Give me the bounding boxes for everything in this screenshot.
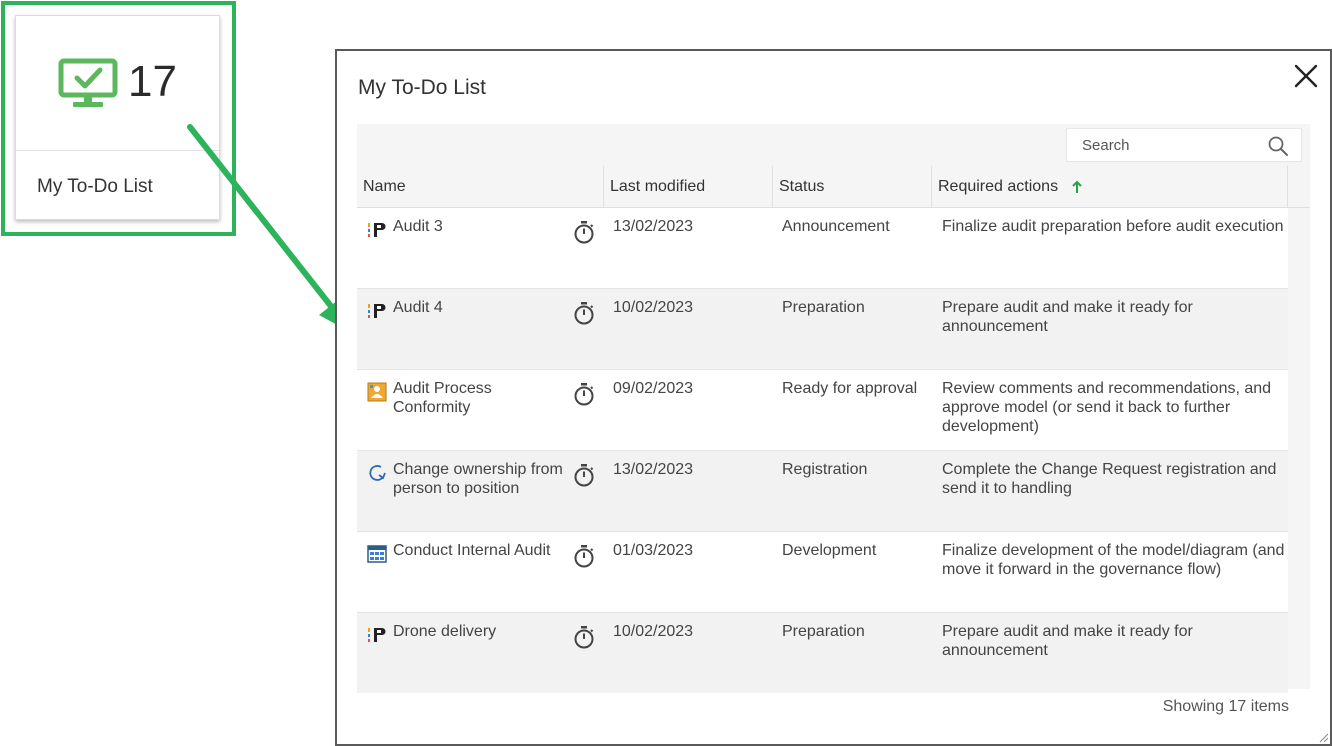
required-actions: Prepare audit and make it ready for anno… bbox=[942, 623, 1193, 659]
dialog-title: My To-Do List bbox=[358, 76, 486, 99]
required-actions: Review comments and recommendations, and… bbox=[942, 380, 1272, 435]
item-name[interactable]: Drone delivery bbox=[393, 622, 573, 641]
status: Development bbox=[782, 542, 877, 559]
column-header-last-modified[interactable]: Last modified bbox=[604, 166, 772, 208]
last-modified: 09/02/2023 bbox=[613, 380, 694, 397]
required-actions: Finalize audit preparation before audit … bbox=[942, 218, 1284, 235]
diagram-icon bbox=[367, 545, 387, 563]
status: Announcement bbox=[782, 218, 890, 235]
todo-dialog: My To-Do List Name Last modified Status … bbox=[335, 49, 1332, 746]
last-modified: 13/02/2023 bbox=[613, 461, 694, 478]
table-row[interactable]: Change ownership from person to position… bbox=[357, 451, 1288, 531]
column-header-name[interactable]: Name bbox=[357, 166, 603, 208]
stopwatch-icon[interactable] bbox=[573, 220, 595, 244]
search-box bbox=[1066, 128, 1302, 162]
widget-divider bbox=[16, 150, 219, 151]
status: Preparation bbox=[782, 623, 865, 640]
status: Registration bbox=[782, 461, 868, 478]
item-name[interactable]: Audit 4 bbox=[393, 298, 573, 317]
monitor-check-icon bbox=[58, 58, 118, 107]
item-name[interactable]: Audit Process Conformity bbox=[393, 379, 573, 417]
item-name[interactable]: Change ownership from person to position bbox=[393, 460, 573, 498]
resize-grip-icon[interactable] bbox=[1317, 731, 1329, 743]
table-header: Name Last modified Status Required actio… bbox=[357, 166, 1310, 208]
table-row[interactable]: Audit 4 10/02/2023 Preparation Prepare a… bbox=[357, 289, 1288, 369]
column-header-required-actions[interactable]: Required actions bbox=[932, 166, 1062, 208]
todo-count: 17 bbox=[128, 57, 177, 106]
last-modified: 13/02/2023 bbox=[613, 218, 694, 235]
stopwatch-icon[interactable] bbox=[573, 463, 595, 487]
status: Preparation bbox=[782, 299, 865, 316]
audit-icon bbox=[368, 628, 386, 642]
column-header-status[interactable]: Status bbox=[773, 166, 931, 208]
stopwatch-icon[interactable] bbox=[573, 544, 595, 568]
required-actions: Prepare audit and make it ready for anno… bbox=[942, 299, 1193, 335]
stopwatch-icon[interactable] bbox=[573, 382, 595, 406]
last-modified: 10/02/2023 bbox=[613, 299, 694, 316]
process-model-icon bbox=[367, 382, 387, 402]
widget-label: My To-Do List bbox=[37, 176, 153, 197]
stopwatch-icon[interactable] bbox=[573, 301, 595, 325]
item-name[interactable]: Conduct Internal Audit bbox=[393, 541, 573, 560]
audit-icon bbox=[368, 304, 386, 318]
table-row[interactable]: Audit Process Conformity 09/02/2023 Read… bbox=[357, 370, 1288, 450]
table-body: Audit 3 13/02/2023 Announcement Finalize… bbox=[357, 208, 1288, 693]
sort-ascending-icon[interactable] bbox=[1071, 180, 1083, 194]
todo-grid: Name Last modified Status Required actio… bbox=[357, 124, 1310, 693]
required-actions: Finalize development of the model/diagra… bbox=[942, 542, 1285, 578]
table-row[interactable]: Conduct Internal Audit 01/03/2023 Develo… bbox=[357, 532, 1288, 612]
widget-top: 17 bbox=[16, 16, 219, 150]
item-name[interactable]: Audit 3 bbox=[393, 217, 573, 236]
last-modified: 01/03/2023 bbox=[613, 542, 694, 559]
item-count-footer: Showing 17 items bbox=[1162, 698, 1289, 715]
stopwatch-icon[interactable] bbox=[573, 625, 595, 649]
change-request-icon bbox=[369, 465, 386, 481]
search-input[interactable] bbox=[1067, 129, 1257, 161]
table-row[interactable]: Audit 3 13/02/2023 Announcement Finalize… bbox=[357, 208, 1288, 288]
audit-icon bbox=[368, 223, 386, 237]
search-icon[interactable] bbox=[1267, 135, 1289, 157]
table-row[interactable]: Drone delivery 10/02/2023 Preparation Pr… bbox=[357, 613, 1288, 693]
column-separator[interactable] bbox=[1287, 166, 1288, 208]
required-actions: Complete the Change Request registration… bbox=[942, 461, 1277, 497]
last-modified: 10/02/2023 bbox=[613, 623, 694, 640]
close-icon[interactable] bbox=[1293, 63, 1319, 89]
todo-widget-card[interactable]: 17 My To-Do List bbox=[15, 15, 220, 220]
status: Ready for approval bbox=[782, 380, 918, 397]
